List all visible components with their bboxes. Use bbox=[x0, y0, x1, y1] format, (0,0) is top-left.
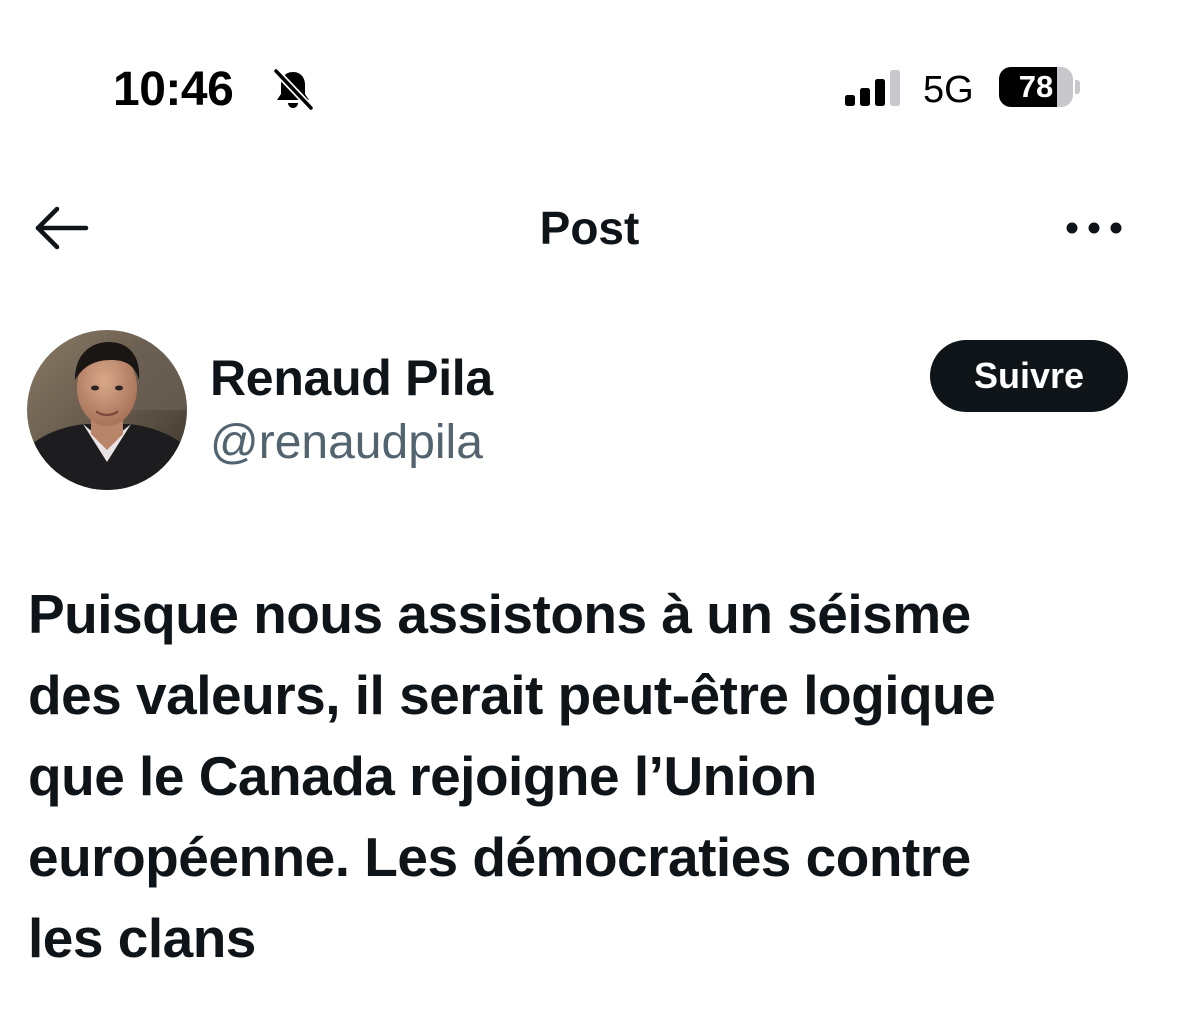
author-name[interactable]: Renaud Pila bbox=[210, 347, 493, 409]
status-time: 10:46 bbox=[113, 63, 234, 116]
follow-button[interactable]: Suivre bbox=[930, 340, 1128, 412]
post-line: que le Canada rejoigne l’Union bbox=[28, 745, 817, 807]
post-text: Puisque nous assistons à un séisme des v… bbox=[28, 574, 1153, 979]
battery-tip bbox=[1075, 80, 1080, 94]
author-row: Renaud Pila @renaudpila Suivre bbox=[0, 325, 1179, 495]
network-type: 5G bbox=[923, 69, 974, 111]
post-line: les clans bbox=[28, 907, 256, 969]
avatar[interactable] bbox=[27, 330, 187, 490]
post-line: européenne. Les démocraties contre bbox=[28, 826, 971, 888]
battery-indicator: 78 bbox=[999, 67, 1081, 107]
battery-body: 78 bbox=[999, 67, 1073, 107]
more-horizontal-icon bbox=[1066, 222, 1122, 234]
post-header: Post bbox=[0, 180, 1179, 275]
more-options-button[interactable] bbox=[1062, 210, 1126, 246]
post-line: Puisque nous assistons à un séisme bbox=[28, 583, 971, 645]
bell-slash-icon bbox=[272, 67, 315, 112]
page-title: Post bbox=[539, 202, 640, 254]
status-bar: 10:46 5G 78 bbox=[0, 0, 1179, 180]
post-line: des valeurs, il serait peut-être logique bbox=[28, 664, 996, 726]
cellular-signal-icon bbox=[845, 70, 900, 106]
author-handle[interactable]: @renaudpila bbox=[210, 413, 483, 473]
avatar-photo bbox=[27, 330, 187, 490]
battery-percent: 78 bbox=[1018, 69, 1054, 104]
